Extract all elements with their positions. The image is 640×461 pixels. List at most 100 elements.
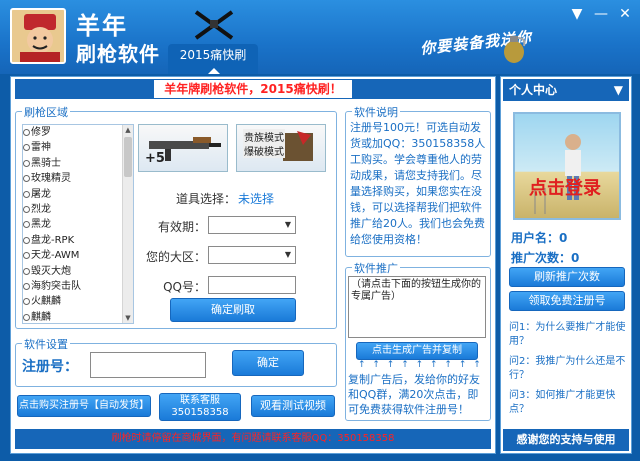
close-button[interactable]: ✕	[614, 6, 636, 24]
main-panel: 羊年牌刷枪软件，2015痛快刷！ 刷枪区域 修罗雷神黑骑士玫瑰精灵屠龙 烈龙黑龙盘…	[10, 76, 496, 454]
app-title-line2: 刷枪软件	[76, 42, 160, 66]
validity-select[interactable]: ▼	[208, 216, 296, 234]
up-arrows-icon: ↑ ↑ ↑ ↑ ↑ ↑ ↑ ↑ ↑	[358, 360, 483, 370]
radio-icon[interactable]	[23, 267, 30, 275]
weapon-label: 海豹突击队	[31, 280, 81, 292]
banner-text: 羊年牌刷枪软件，2015痛快刷！	[154, 80, 352, 98]
weapon-area-group: 刷枪区域 修罗雷神黑骑士玫瑰精灵屠龙 烈龙黑龙盘龙-RPK 天龙-AWM 毁灭大炮海豹…	[15, 104, 337, 329]
grenade-icon	[500, 32, 528, 64]
radio-icon[interactable]	[23, 190, 30, 198]
region-select[interactable]: ▼	[208, 246, 296, 264]
weapon-label: 玫瑰精灵	[31, 173, 71, 185]
tab-2015[interactable]: 2015痛快刷	[168, 44, 258, 74]
faq-3[interactable]: 问3：如何推广才能更快点？	[509, 389, 629, 417]
weapon-item[interactable]: 屠龙	[23, 187, 133, 202]
weapon-item[interactable]: 天龙-AWM	[23, 248, 133, 263]
item-select-label: 道具选择：	[176, 192, 237, 206]
refresh-promo-button[interactable]: 刷新推广次数	[509, 267, 625, 287]
weapon-item[interactable]: 毁灭大炮	[23, 264, 133, 279]
weapon-item[interactable]: 海豹突击队	[23, 279, 133, 294]
soft-promo-title: 软件推广	[352, 260, 400, 276]
contact-service-button[interactable]: 联系客服 350158358	[159, 393, 241, 421]
weapon-list: 修罗雷神黑骑士玫瑰精灵屠龙 烈龙黑龙盘龙-RPK 天龙-AWM 毁灭大炮海豹突击队火麒…	[22, 124, 134, 324]
soft-desc-title: 软件说明	[352, 104, 400, 120]
weapon-label: 雷神	[31, 142, 51, 154]
scroll-down-icon[interactable]: ▼	[124, 313, 132, 323]
soft-desc-text: 注册号100元！可选自动发货或加QQ：350158358人工购买。学会尊重他人的…	[350, 121, 486, 246]
qq-input[interactable]	[208, 276, 296, 294]
sidebar-footer: 感谢您的支持与使用	[503, 429, 629, 451]
crossed-rifles-icon	[192, 8, 236, 42]
weapon-label: 黑龙	[31, 219, 51, 231]
radio-icon[interactable]	[23, 298, 30, 306]
sidebar-title: 个人中心	[509, 83, 558, 97]
username-label: 用户名：0	[511, 231, 568, 245]
radio-icon[interactable]	[23, 252, 30, 260]
radio-icon[interactable]	[23, 175, 30, 183]
soft-settings-group: 软件设置 注册号： 确定	[15, 336, 337, 387]
weapon-item[interactable]: 火麒麟	[23, 294, 133, 309]
free-reg-button[interactable]: 领取免费注册号	[509, 291, 625, 311]
weapon-item[interactable]: 黑骑士	[23, 156, 133, 171]
buy-reg-button[interactable]: 点击购买注册号【自动发货】	[17, 395, 151, 417]
mode-image[interactable]: 贵族模式 爆破模式	[236, 124, 326, 172]
soft-promo-group: 软件推广 （请点击下面的按钮生成你的专属广告） 点击生成广告并复制 ↑ ↑ ↑ …	[345, 260, 491, 421]
generate-ad-button[interactable]: 点击生成广告并复制	[356, 342, 478, 360]
weapon-item[interactable]: 雷神	[23, 140, 133, 155]
weapon-label: 烈龙	[31, 203, 51, 215]
weapon-item[interactable]: 烈龙	[23, 202, 133, 217]
region-label: 您的大区：	[145, 250, 206, 264]
promo-desc: 复制广告后，发给你的好友和QQ群，满20次点击，即可免费获得软件注册号！	[348, 373, 480, 416]
menu-dropdown-button[interactable]: ▼	[566, 6, 588, 24]
title-bar: 羊年 刷枪软件 2015痛快刷 你要装备我送你 ▼ — ✕	[0, 0, 640, 74]
person-illustration	[534, 134, 581, 214]
weapon-item[interactable]: 玫瑰精灵	[23, 171, 133, 186]
radio-icon[interactable]	[23, 205, 30, 213]
weapon-label: 火麒麟	[31, 296, 61, 308]
radio-icon[interactable]	[23, 313, 30, 321]
weapon-item[interactable]: 黑龙	[23, 217, 133, 232]
scroll-up-icon[interactable]: ▲	[124, 125, 132, 135]
promo-count-label: 推广次数：0	[511, 251, 580, 265]
chevron-down-icon: ▼	[284, 250, 291, 259]
sidebar-header: 个人中心 ▼	[503, 79, 629, 101]
scroll-thumb[interactable]	[124, 137, 132, 177]
login-text: 点击登录	[529, 178, 601, 199]
watch-video-button[interactable]: 观看测试视频	[251, 395, 335, 417]
radio-icon[interactable]	[23, 159, 30, 167]
confirm-brush-button[interactable]: 确定刷取	[170, 298, 296, 322]
radio-icon[interactable]	[23, 221, 30, 229]
weapon-plus5-image[interactable]: +5	[138, 124, 228, 172]
radio-icon[interactable]	[23, 236, 30, 244]
minimize-button[interactable]: —	[590, 6, 612, 24]
radio-icon[interactable]	[23, 144, 30, 152]
contact-line2: 350158358	[171, 407, 229, 418]
qq-label: QQ号：	[163, 280, 206, 294]
chevron-down-icon: ▼	[284, 220, 291, 229]
reg-confirm-button[interactable]: 确定	[232, 350, 304, 376]
weapon-item[interactable]: 麒麟	[23, 310, 133, 323]
personal-center-sidebar: 个人中心 ▼ 点击登录 用户名：0 推广次数：0 刷新推广次数 领取免费注册号 …	[500, 76, 632, 454]
weapon-item[interactable]: 修罗	[23, 125, 133, 140]
weapon-label: 麒麟	[31, 311, 51, 323]
item-select-value: 未选择	[238, 192, 275, 206]
validity-label: 有效期：	[157, 220, 206, 234]
weapon-area-title: 刷枪区域	[22, 104, 70, 120]
collapse-icon[interactable]: ▼	[614, 79, 623, 101]
weapon-item[interactable]: 盘龙-RPK	[23, 233, 133, 248]
soft-desc-group: 软件说明 注册号100元！可选自动发货或加QQ：350158358人工购买。学会…	[345, 104, 491, 257]
plus5-label: +5	[145, 151, 165, 166]
top-banner: 羊年牌刷枪软件，2015痛快刷！	[15, 79, 491, 99]
weapon-list-scrollbar[interactable]: ▲ ▼	[122, 125, 133, 323]
faq-2[interactable]: 问2：我推广为什么还是不行？	[509, 355, 629, 383]
weapon-label: 黑骑士	[31, 157, 61, 169]
soft-settings-title: 软件设置	[22, 336, 70, 352]
radio-icon[interactable]	[23, 282, 30, 290]
radio-icon[interactable]	[23, 129, 30, 136]
ad-textarea[interactable]: （请点击下面的按钮生成你的专属广告）	[348, 276, 486, 338]
weapon-label: 毁灭大炮	[31, 265, 71, 277]
reg-input[interactable]	[90, 352, 206, 378]
login-image[interactable]: 点击登录	[513, 112, 621, 220]
mode-line1: 贵族模式	[243, 129, 285, 144]
faq-1[interactable]: 问1：为什么要推广才能使用？	[509, 321, 629, 349]
